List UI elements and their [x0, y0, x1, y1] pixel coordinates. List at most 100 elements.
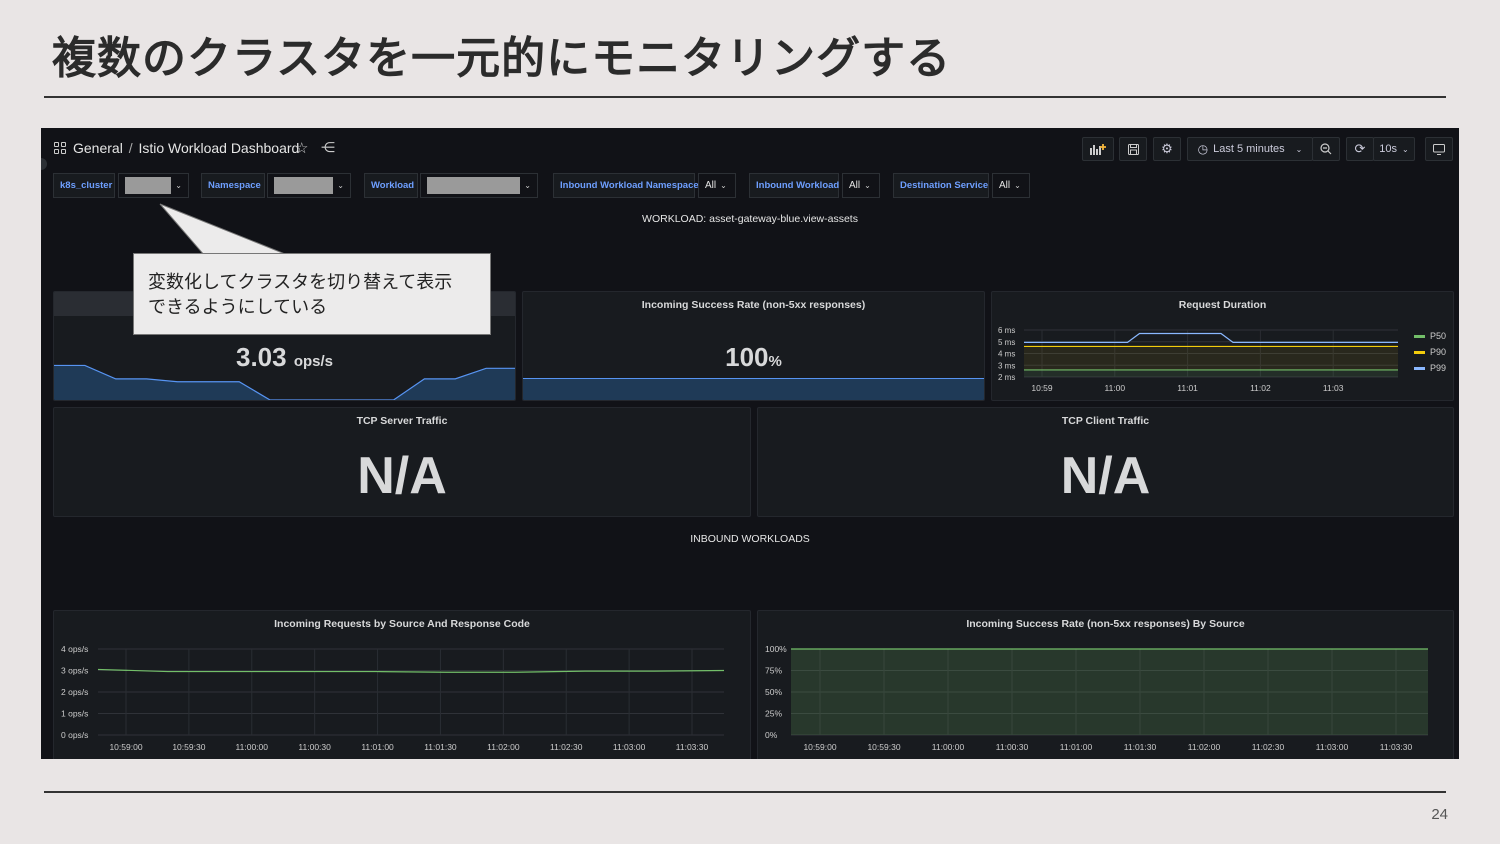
panel-success-by-source[interactable]: Incoming Success Rate (non-5xx responses… [757, 610, 1454, 759]
chevron-down-icon: ⌄ [337, 181, 344, 190]
y-tick-label: 4 ops/s [61, 644, 88, 654]
stat-value: 3.03 ops/s [54, 342, 515, 373]
breadcrumb-folder[interactable]: General [73, 140, 123, 156]
page-number: 24 [1431, 806, 1448, 823]
chart-legend: P50 P90 P99 [1414, 328, 1446, 376]
panel-requests-by-source[interactable]: Incoming Requests by Source And Response… [53, 610, 751, 759]
callout-line: できるようにしている [148, 297, 328, 318]
legend-swatch [1414, 366, 1425, 370]
legend-item[interactable]: P50 [1414, 328, 1446, 344]
slide-title: 複数のクラスタを一元的にモニタリングする [52, 33, 952, 84]
dashboards-grid-icon[interactable] [54, 142, 66, 154]
x-tick-label: 11:02 [1250, 383, 1271, 393]
x-tick-label: 11:00:00 [236, 742, 269, 752]
series-fill [791, 649, 1428, 735]
star-icon[interactable]: ☆ [295, 139, 308, 157]
inbound-namespace-select[interactable]: All ⌄ [698, 173, 736, 198]
zoom-out-icon [1320, 143, 1332, 155]
y-tick-label: 75% [765, 666, 782, 676]
settings-button[interactable]: ⚙ [1153, 137, 1181, 161]
time-picker[interactable]: ◷ Last 5 minutes ⌄ [1187, 137, 1313, 161]
callout-box: 変数化してクラスタを切り替えて表示 できるようにしている [133, 253, 491, 335]
x-tick-label: 11:01:00 [361, 742, 394, 752]
dashboard-name[interactable]: Istio Workload Dashboard [138, 140, 299, 156]
monitor-icon [1433, 143, 1445, 155]
add-panel-button[interactable] [1082, 137, 1114, 161]
row-title-workload[interactable]: WORKLOAD: asset-gateway-blue.view-assets [41, 213, 1459, 225]
success-by-source-chart: 0% 25% 50% 75% 100% 10:59:00 10:59:30 11:00:00 1… [765, 644, 1428, 752]
x-tick-label: 11:01:30 [1124, 742, 1157, 752]
x-tick-label: 10:59:00 [803, 742, 836, 752]
stat-value: N/A [1060, 447, 1151, 505]
gear-icon: ⚙ [1161, 141, 1173, 156]
chevron-down-icon: ⌄ [720, 181, 727, 190]
success-rate-bar [523, 378, 984, 400]
save-dashboard-button[interactable] [1119, 137, 1147, 161]
variable-label: Inbound Workload Namespace [553, 173, 699, 198]
series-fill [1024, 346, 1398, 370]
legend-swatch [1414, 334, 1425, 338]
y-tick-label: 2 ops/s [61, 687, 88, 697]
variable-label: Namespace [201, 173, 265, 198]
x-tick-label: 11:03:00 [1316, 742, 1349, 752]
requests-by-source-chart: 0 ops/s 1 ops/s 2 ops/s 3 ops/s 4 ops/s 10:59… [61, 644, 725, 752]
legend-item[interactable]: P99 [1414, 360, 1446, 376]
legend-label: P50 [1430, 331, 1447, 341]
x-tick-label: 11:01:30 [424, 742, 457, 752]
y-tick-label: 1 ops/s [61, 709, 88, 719]
x-tick-label: 11:02:00 [487, 742, 520, 752]
share-icon[interactable]: ⋲ [321, 139, 335, 156]
chevron-down-icon: ⌄ [524, 181, 531, 190]
clock-icon: ◷ [1197, 142, 1209, 156]
chevron-down-icon: ⌄ [1295, 144, 1303, 154]
destination-service-select[interactable]: All ⌄ [992, 173, 1030, 198]
refresh-icon: ⟳ [1354, 141, 1366, 156]
chevron-down-icon: ⌄ [1402, 144, 1409, 154]
save-icon [1127, 143, 1139, 155]
stat-unit: % [768, 353, 782, 370]
panel-request-duration[interactable]: Request Duration 2 ms 3 ms 4 ms 5 ms 6 ms 10:… [991, 291, 1454, 401]
x-tick-label: 11:02:30 [550, 742, 583, 752]
callout-line: 変数化してクラスタを切り替えて表示 [148, 272, 453, 293]
y-tick-label: 25% [765, 709, 782, 719]
add-panel-icon [1090, 144, 1106, 155]
legend-swatch [1414, 350, 1425, 354]
chevron-down-icon: ⌄ [1014, 181, 1021, 190]
request-duration-chart: 2 ms 3 ms 4 ms 5 ms 6 ms 10:59 11:00 11:01 11:02… [998, 326, 1398, 393]
x-tick-label: 10:59:30 [867, 742, 900, 752]
inbound-workload-select[interactable]: All ⌄ [842, 173, 880, 198]
x-tick-label: 10:59:30 [172, 742, 205, 752]
x-tick-label: 11:03:30 [676, 742, 709, 752]
x-tick-label: 11:00 [1104, 383, 1125, 393]
workload-select[interactable]: ⌄ [420, 173, 538, 198]
x-tick-label: 11:03:30 [1380, 742, 1413, 752]
refresh-button[interactable]: ⟳ [1346, 137, 1374, 161]
x-tick-label: 10:59:00 [109, 742, 142, 752]
series-line-p99 [1024, 332, 1398, 343]
row-title-inbound[interactable]: INBOUND WORKLOADS [41, 533, 1459, 545]
x-tick-label: 11:00:30 [996, 742, 1029, 752]
bottom-divider [44, 791, 1446, 793]
legend-item[interactable]: P90 [1414, 344, 1446, 360]
refresh-interval-picker[interactable]: 10s ⌄ [1373, 137, 1415, 161]
breadcrumb-separator: / [128, 140, 133, 156]
panel-tcp-client-traffic[interactable]: TCP Client Traffic N/A [757, 407, 1454, 517]
panel-tcp-server-traffic[interactable]: TCP Server Traffic N/A [53, 407, 751, 517]
panel-title: Incoming Success Rate (non-5xx responses… [641, 299, 866, 311]
stat-unit: ops/s [293, 353, 334, 370]
k8s-cluster-select[interactable]: ⌄ [118, 173, 189, 198]
tv-mode-button[interactable] [1425, 137, 1453, 161]
top-divider [44, 96, 1446, 98]
panel-incoming-success-rate[interactable]: Incoming Success Rate (non-5xx responses… [522, 291, 985, 401]
x-tick-label: 11:03:00 [613, 742, 646, 752]
namespace-select[interactable]: ⌄ [267, 173, 351, 198]
masked-value [274, 177, 334, 194]
variable-label: Destination Service [893, 173, 989, 198]
masked-value [427, 177, 521, 194]
panel-title: TCP Client Traffic [1061, 415, 1150, 427]
zoom-out-button[interactable] [1312, 137, 1340, 161]
y-tick-label: 50% [765, 687, 782, 697]
legend-label: P99 [1430, 363, 1447, 373]
grafana-dashboard: General / Istio Workload Dashboard ☆ ⋲ ⚙… [41, 128, 1459, 759]
x-tick-label: 11:02:30 [1252, 742, 1285, 752]
